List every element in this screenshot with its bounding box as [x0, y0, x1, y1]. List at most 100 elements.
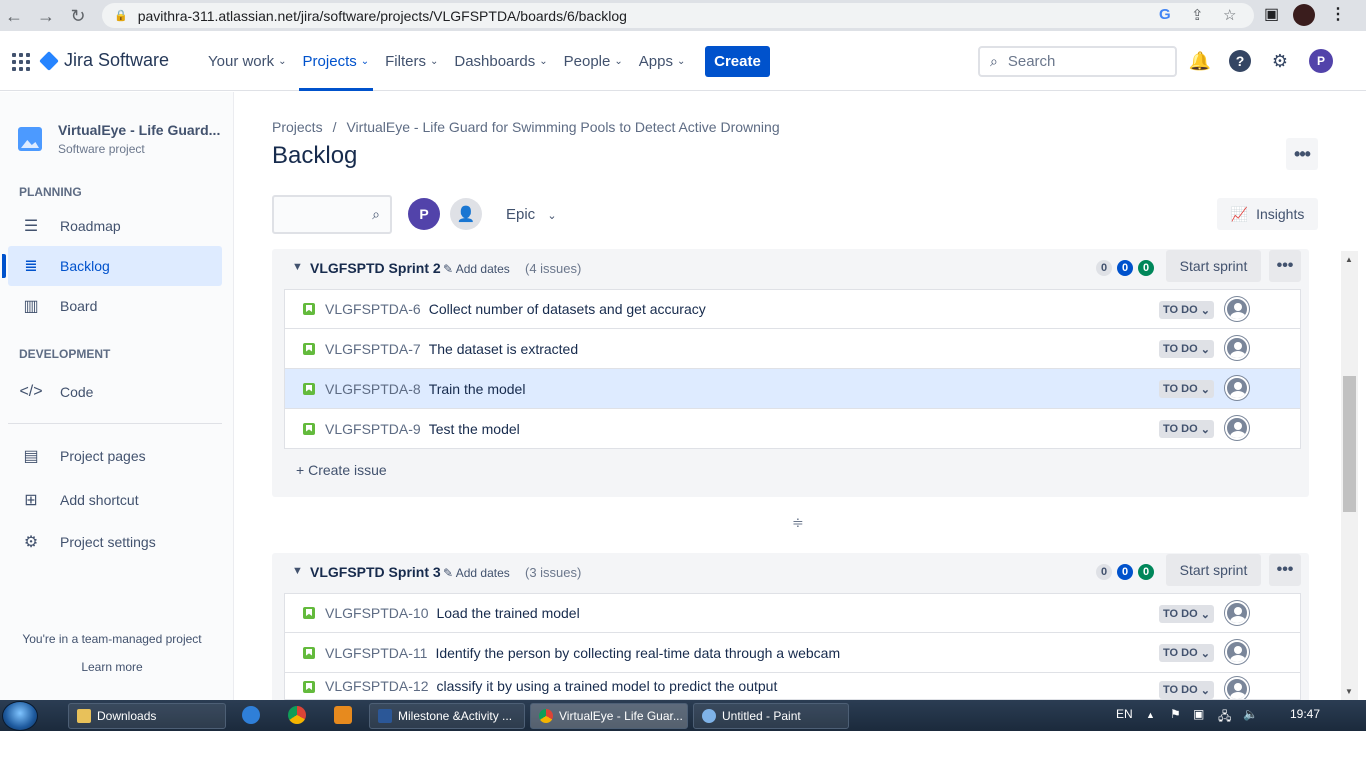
taskbar-item-paint[interactable]: Untitled - Paint — [693, 703, 849, 729]
issue-row[interactable]: VLGFSPTDA-7 The dataset is extracted TO … — [284, 329, 1301, 369]
clock[interactable]: 19:47 — [1290, 707, 1320, 721]
scroll-down-icon[interactable]: ▼ — [1345, 687, 1353, 696]
create-button[interactable]: Create — [705, 46, 770, 77]
nav-projects[interactable]: Projects ⌄ — [295, 31, 378, 91]
taskbar-item-word[interactable]: Milestone &Activity ... — [369, 703, 525, 729]
network-icon[interactable]: 🖧 — [1218, 707, 1231, 728]
sidebar-item-backlog[interactable]: ≣ Backlog — [2, 246, 222, 286]
collapse-chevron-icon[interactable]: ▼ — [292, 261, 303, 273]
nav-people[interactable]: People ⌄ — [556, 31, 631, 91]
sidebar-item-roadmap[interactable]: ☰ Roadmap — [8, 206, 222, 246]
sidebar-item-board[interactable]: ▥ Board — [8, 286, 222, 326]
backlog-search-input[interactable]: ⌕ — [272, 195, 392, 234]
start-sprint-button[interactable]: Start sprint — [1166, 554, 1261, 586]
bookmark-star-icon[interactable]: ☆ — [1223, 6, 1236, 24]
issue-key[interactable]: VLGFSPTDA-7 — [325, 341, 421, 357]
unassigned-avatar-icon[interactable] — [1225, 336, 1249, 360]
create-issue-button[interactable]: + Create issue — [296, 462, 387, 478]
start-button[interactable] — [2, 701, 38, 731]
sidebar-item-project-settings[interactable]: ⚙ Project settings — [8, 522, 222, 562]
reload-icon[interactable]: ↻ — [66, 4, 90, 28]
sprint-more-button[interactable]: ••• — [1269, 250, 1301, 282]
taskbar-item-chrome[interactable]: VirtualEye - Life Guar... — [530, 703, 688, 729]
address-bar[interactable]: 🔒 pavithra-311.atlassian.net/jira/softwa… — [102, 3, 1254, 28]
sidebar-item-code[interactable]: </> Code — [8, 372, 222, 412]
add-dates-link[interactable]: ✎ Add dates — [443, 262, 510, 276]
sprint-more-button[interactable]: ••• — [1269, 554, 1301, 586]
unassigned-avatar-icon[interactable] — [1225, 416, 1249, 440]
page-more-actions-button[interactable]: ••• — [1286, 138, 1318, 170]
app-switcher-icon[interactable] — [12, 53, 30, 71]
status-dropdown[interactable]: TO DO ⌄ — [1159, 644, 1214, 662]
device-icon[interactable]: ▣ — [1193, 707, 1204, 721]
side-panel-icon[interactable]: ▣ — [1264, 4, 1279, 24]
epic-filter-dropdown[interactable]: Epic ⌄ — [506, 206, 557, 223]
media-player-icon[interactable] — [334, 706, 352, 724]
issue-key[interactable]: VLGFSPTDA-10 — [325, 605, 428, 621]
google-lens-icon[interactable]: G — [1159, 6, 1171, 23]
insights-button[interactable]: 📈 Insights — [1217, 198, 1318, 230]
unassigned-avatar-icon[interactable] — [1225, 376, 1249, 400]
chrome-icon[interactable] — [288, 706, 306, 724]
sidebar-item-add-shortcut[interactable]: ⊞ Add shortcut — [8, 480, 222, 520]
profile-avatar[interactable] — [1293, 4, 1315, 26]
sidebar-item-project-pages[interactable]: ▤ Project pages — [8, 436, 222, 476]
nav-your-work[interactable]: Your work ⌄ — [200, 31, 295, 91]
issue-row[interactable]: VLGFSPTDA-12 classify it by using a trai… — [284, 673, 1301, 700]
windows-taskbar: Downloads Milestone &Activity ... Virtua… — [0, 700, 1366, 731]
issue-row[interactable]: VLGFSPTDA-11 Identify the person by coll… — [284, 633, 1301, 673]
sidebar-item-label: Add shortcut — [60, 492, 139, 508]
issue-row[interactable]: VLGFSPTDA-6 Collect number of datasets a… — [284, 289, 1301, 329]
nav-apps[interactable]: Apps ⌄ — [631, 31, 694, 91]
add-dates-link[interactable]: ✎ Add dates — [443, 566, 510, 580]
unassigned-avatar-icon[interactable] — [1225, 601, 1249, 625]
taskbar-item-downloads[interactable]: Downloads — [68, 703, 226, 729]
issue-key[interactable]: VLGFSPTDA-8 — [325, 381, 421, 397]
language-indicator[interactable]: EN — [1116, 707, 1133, 721]
status-dropdown[interactable]: TO DO ⌄ — [1159, 420, 1214, 438]
assignee-filter-avatar[interactable]: P — [408, 198, 440, 230]
sprint-resize-handle-icon[interactable]: ≑ — [792, 514, 804, 531]
start-sprint-button[interactable]: Start sprint — [1166, 250, 1261, 282]
nav-dashboards[interactable]: Dashboards ⌄ — [446, 31, 555, 91]
project-header[interactable]: VirtualEye - Life Guard... Software proj… — [18, 122, 220, 156]
issue-key[interactable]: VLGFSPTDA-9 — [325, 421, 421, 437]
breadcrumb-project[interactable]: VirtualEye - Life Guard for Swimming Poo… — [346, 119, 779, 135]
issue-row-selected[interactable]: VLGFSPTDA-8 Train the model TO DO ⌄ — [284, 369, 1301, 409]
settings-gear-icon[interactable]: ⚙ — [1269, 50, 1291, 72]
show-hidden-icons[interactable]: ▲ — [1146, 710, 1155, 720]
issue-key[interactable]: VLGFSPTDA-12 — [325, 678, 428, 694]
internet-explorer-icon[interactable] — [242, 706, 260, 724]
issue-key[interactable]: VLGFSPTDA-6 — [325, 301, 421, 317]
status-dropdown[interactable]: TO DO ⌄ — [1159, 380, 1214, 398]
jira-logo[interactable]: Jira Software — [39, 50, 169, 71]
issue-row[interactable]: VLGFSPTDA-9 Test the model TO DO ⌄ — [284, 409, 1301, 449]
scroll-up-icon[interactable]: ▲ — [1345, 255, 1353, 264]
status-dropdown[interactable]: TO DO ⌄ — [1159, 681, 1214, 699]
status-dropdown[interactable]: TO DO ⌄ — [1159, 605, 1214, 623]
collapse-chevron-icon[interactable]: ▼ — [292, 565, 303, 577]
scrollbar-thumb[interactable] — [1343, 376, 1356, 512]
forward-icon[interactable]: → — [34, 4, 58, 28]
breadcrumb-projects[interactable]: Projects — [272, 119, 323, 135]
main-scrollbar[interactable]: ▲ ▼ — [1341, 251, 1358, 700]
status-dropdown[interactable]: TO DO ⌄ — [1159, 340, 1214, 358]
issue-row[interactable]: VLGFSPTDA-10 Load the trained model TO D… — [284, 593, 1301, 633]
nav-filters[interactable]: Filters ⌄ — [377, 31, 446, 91]
user-avatar[interactable]: P — [1309, 49, 1333, 73]
issue-key[interactable]: VLGFSPTDA-11 — [325, 645, 427, 661]
add-people-icon[interactable]: 👤 — [450, 198, 482, 230]
notifications-icon[interactable]: 🔔 — [1189, 50, 1211, 72]
flag-icon[interactable]: ⚑ — [1170, 707, 1181, 721]
volume-icon[interactable]: 🔈 — [1243, 707, 1258, 721]
search-input[interactable]: ⌕ Search — [978, 46, 1177, 77]
share-icon[interactable]: ⇪ — [1191, 6, 1204, 24]
help-icon[interactable]: ? — [1229, 50, 1251, 72]
back-icon[interactable]: ← — [2, 4, 26, 28]
unassigned-avatar-icon[interactable] — [1225, 677, 1249, 699]
unassigned-avatar-icon[interactable] — [1225, 640, 1249, 664]
unassigned-avatar-icon[interactable] — [1225, 297, 1249, 321]
status-dropdown[interactable]: TO DO ⌄ — [1159, 301, 1214, 319]
browser-menu-icon[interactable]: ⋮ — [1330, 4, 1346, 24]
learn-more-link[interactable]: Learn more — [0, 660, 224, 674]
